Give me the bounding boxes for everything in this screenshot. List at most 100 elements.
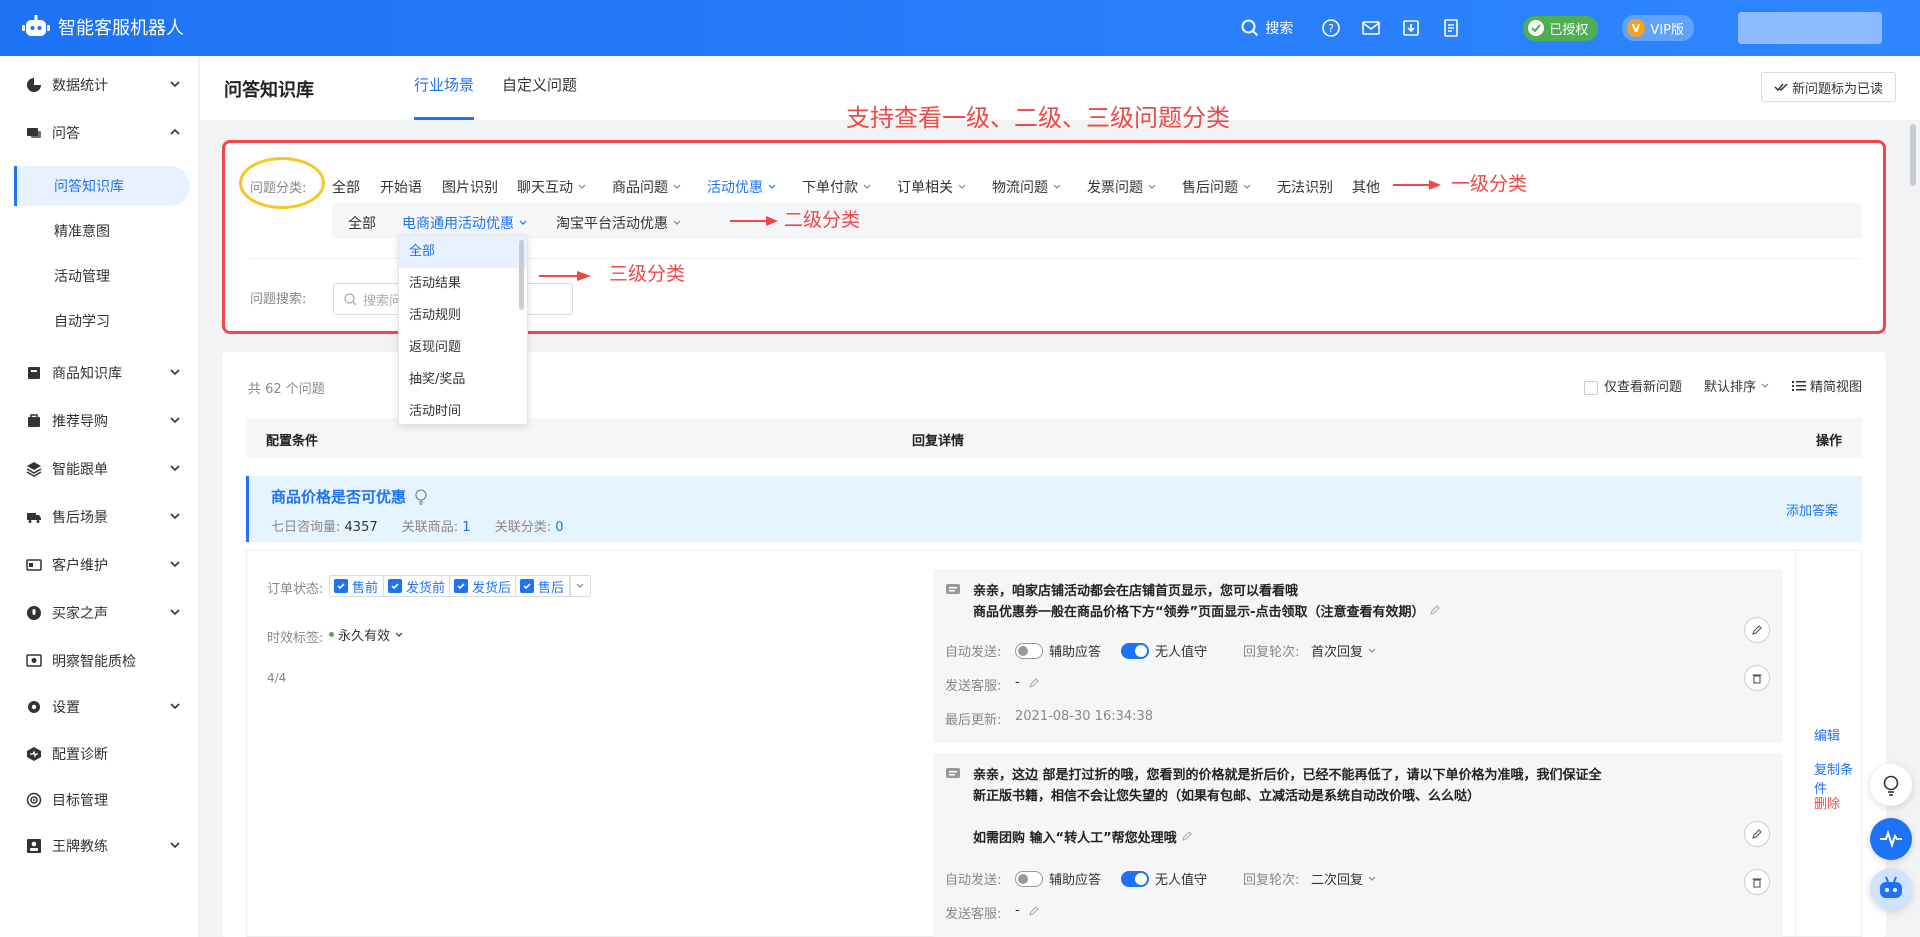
cat1-payment[interactable]: 下单付款: [802, 177, 872, 197]
sidebar-item-customer[interactable]: 客户维护: [0, 545, 199, 585]
lightbulb-icon[interactable]: [414, 488, 428, 505]
chevron-down-icon: [1368, 648, 1376, 653]
only-new-checkbox[interactable]: [1583, 380, 1598, 395]
sidebar-item-diagnose[interactable]: 配置诊断: [0, 734, 199, 774]
cat1-logistics[interactable]: 物流问题: [992, 177, 1062, 197]
sidebar-item-precise-intent[interactable]: 精准意图: [14, 211, 190, 251]
cat3-option[interactable]: 全部: [399, 236, 527, 268]
order-status-more-button[interactable]: [569, 575, 591, 597]
assist-reply-toggle[interactable]: [1015, 643, 1043, 659]
edit-link[interactable]: 编辑: [1814, 725, 1840, 744]
monitor-float-button[interactable]: [1870, 818, 1912, 860]
document-icon[interactable]: [1441, 18, 1461, 38]
only-new-filter[interactable]: 仅查看新问题: [1583, 376, 1682, 395]
sidebar-item-settings[interactable]: 设置: [0, 687, 199, 727]
related-category-count[interactable]: 0: [555, 520, 563, 535]
delete-reply-button[interactable]: [1744, 869, 1770, 895]
sidebar-item-aftersale[interactable]: 售后场景: [0, 497, 199, 537]
copy-condition-link[interactable]: 复制条件: [1814, 759, 1861, 797]
compact-view-toggle[interactable]: 精简视图: [1791, 376, 1862, 395]
cat1-label: 物流问题: [992, 180, 1048, 196]
cat1-all[interactable]: 全部: [332, 177, 360, 197]
sidebar-item-followup[interactable]: 智能跟单: [0, 449, 199, 489]
order-status-aftersale[interactable]: 售后: [515, 575, 572, 597]
mail-icon[interactable]: [1361, 18, 1381, 38]
cat1-order[interactable]: 订单相关: [897, 177, 967, 197]
category-label: 问题分类:: [250, 181, 307, 196]
robot-assistant-button[interactable]: [1870, 868, 1912, 910]
tips-float-button[interactable]: [1870, 764, 1912, 806]
reply-line: 商品优惠券一般在商品价格下方“领券”页面显示-点击领取（注意查看有效期）: [973, 602, 1441, 623]
cat2-taobao-promo[interactable]: 淘宝平台活动优惠: [556, 213, 682, 233]
vip-badge[interactable]: V VIP版: [1622, 15, 1694, 41]
unattended-toggle[interactable]: [1121, 643, 1149, 659]
authorized-badge[interactable]: 已授权: [1523, 15, 1599, 41]
sidebar-item-buyer-voice[interactable]: 买家之声: [0, 593, 199, 633]
edit-reply-button[interactable]: [1744, 821, 1770, 847]
pencil-icon[interactable]: [1429, 604, 1441, 616]
order-status-after-ship[interactable]: 发货后: [449, 575, 519, 597]
sidebar-item-coach[interactable]: 王牌教练: [0, 826, 199, 866]
pencil-icon[interactable]: [1028, 677, 1040, 689]
cat3-option[interactable]: 活动规则: [399, 300, 527, 332]
order-status-before-ship[interactable]: 发货前: [383, 575, 453, 597]
cat1-chat[interactable]: 聊天互动: [517, 177, 587, 197]
delete-link[interactable]: 删除: [1814, 793, 1840, 812]
time-tag-select[interactable]: 永久有效: [329, 625, 404, 644]
mark-read-button[interactable]: 新问题标为已读: [1760, 72, 1896, 102]
sidebar-item-goods-kb[interactable]: 商品知识库: [0, 353, 199, 393]
cat3-option[interactable]: 抽奖/奖品: [399, 364, 527, 396]
cat1-label: 售后问题: [1182, 180, 1238, 196]
cat2-ecommerce-promo[interactable]: 电商通用活动优惠: [402, 213, 528, 233]
cat3-option[interactable]: 活动时间: [399, 396, 527, 424]
cat1-unrecognized[interactable]: 无法识别: [1277, 177, 1333, 197]
related-goods-count[interactable]: 1: [462, 520, 470, 535]
order-status-presale[interactable]: 售前: [329, 575, 386, 597]
page-scrollbar[interactable]: [1910, 124, 1916, 186]
tab-custom-question[interactable]: 自定义问题: [502, 74, 577, 120]
sidebar-item-qa-knowledge[interactable]: 问答知识库: [14, 166, 190, 206]
sort-select[interactable]: 默认排序: [1704, 376, 1770, 395]
tab-industry-scene[interactable]: 行业场景: [414, 74, 475, 120]
cat3-option[interactable]: 返现问题: [399, 332, 527, 364]
sidebar-item-data-stats[interactable]: 数据统计: [0, 65, 199, 105]
sidebar-item-auto-learn[interactable]: 自动学习: [14, 301, 190, 341]
edit-reply-button[interactable]: [1744, 617, 1770, 643]
search-button[interactable]: 搜索: [1241, 18, 1293, 38]
sidebar-item-qa[interactable]: 问答: [0, 113, 199, 153]
cat1-invoice[interactable]: 发票问题: [1087, 177, 1157, 197]
download-icon[interactable]: [1401, 18, 1421, 38]
cat1-opening[interactable]: 开始语: [380, 177, 422, 197]
account-menu[interactable]: [1738, 12, 1882, 44]
search-icon: [1241, 19, 1259, 37]
brand[interactable]: 智能客服机器人: [22, 14, 184, 40]
cat1-goods[interactable]: 商品问题: [612, 177, 682, 197]
time-tag-label: 时效标签:: [267, 631, 324, 646]
cat2-all[interactable]: 全部: [348, 213, 376, 233]
annotation-title: 支持查看一级、二级、三级问题分类: [846, 104, 1230, 132]
order-status-text: 发货前: [406, 580, 446, 596]
question-title: 商品价格是否可优惠: [271, 486, 428, 507]
list-icon: [1791, 380, 1806, 391]
cat1-aftersale[interactable]: 售后问题: [1182, 177, 1252, 197]
sidebar-item-target[interactable]: 目标管理: [0, 780, 199, 820]
pencil-icon[interactable]: [1028, 905, 1040, 917]
delete-reply-button[interactable]: [1744, 665, 1770, 691]
cat1-promotion[interactable]: 活动优惠: [707, 177, 777, 197]
dropdown-scrollbar[interactable]: [519, 240, 524, 310]
chevron-down-icon: [1243, 184, 1251, 189]
add-answer-link[interactable]: 添加答案: [1786, 500, 1838, 519]
sidebar-item-inspect[interactable]: 明察智能质检: [0, 641, 199, 681]
assist-reply-toggle[interactable]: [1015, 871, 1043, 887]
cat1-other[interactable]: 其他: [1352, 177, 1380, 197]
cat3-option[interactable]: 活动结果: [399, 268, 527, 300]
sidebar-item-recommend[interactable]: 推荐导购: [0, 401, 199, 441]
help-icon[interactable]: ?: [1321, 18, 1341, 38]
unattended-toggle[interactable]: [1121, 871, 1149, 887]
cat1-image-recog[interactable]: 图片识别: [442, 177, 498, 197]
reply-round-select[interactable]: 首次回复: [1311, 641, 1377, 660]
level3-dropdown[interactable]: 全部 活动结果 活动规则 返现问题 抽奖/奖品 活动时间: [398, 235, 528, 425]
pencil-icon[interactable]: [1181, 830, 1193, 842]
reply-round-select[interactable]: 二次回复: [1311, 869, 1377, 888]
sidebar-item-activity[interactable]: 活动管理: [14, 256, 190, 296]
